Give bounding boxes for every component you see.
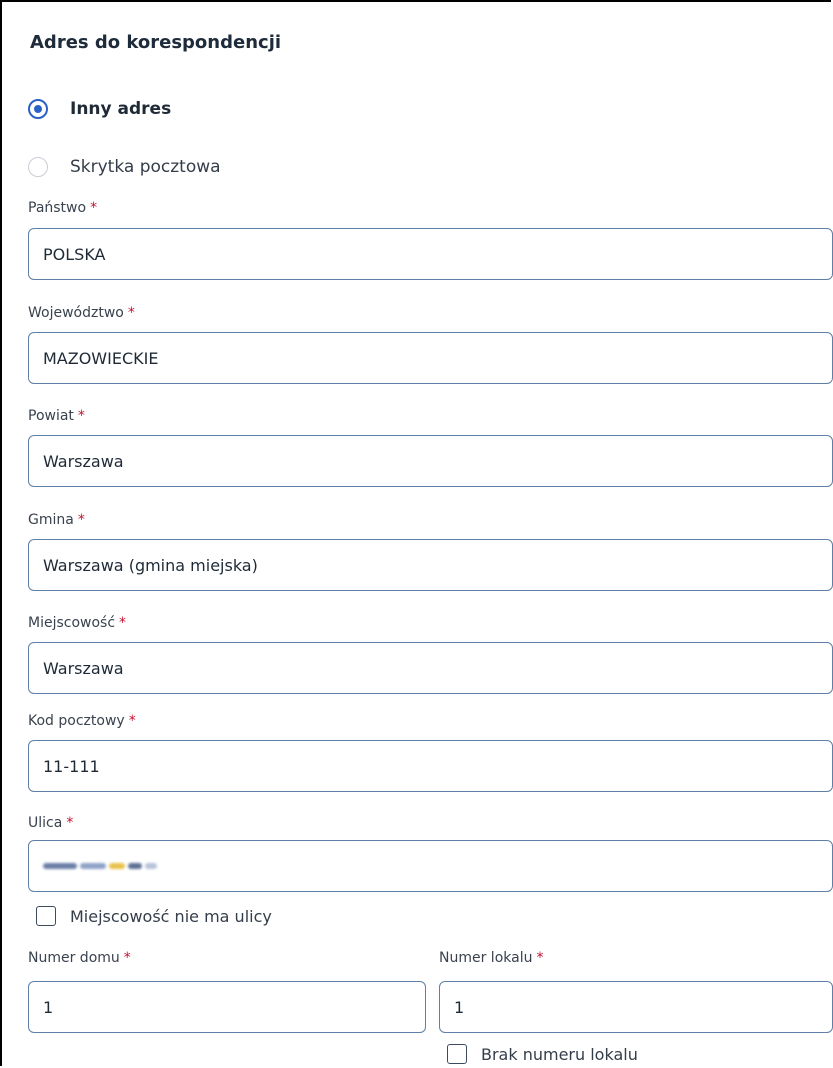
field-label-district: Powiat * xyxy=(28,408,85,424)
required-marker: * xyxy=(77,408,85,424)
apartment-number-label-text: Numer lokalu xyxy=(439,950,533,966)
field-label-postal-code: Kod pocztowy * xyxy=(28,713,136,729)
postal-code-field[interactable]: 11-111 xyxy=(28,740,833,792)
field-label-commune: Gmina * xyxy=(28,512,85,528)
required-marker: * xyxy=(128,713,136,729)
voivodeship-field[interactable]: MAZOWIECKIE xyxy=(28,332,833,384)
district-field[interactable]: Warszawa xyxy=(28,435,833,487)
no-apartment-label: Brak numeru lokalu xyxy=(481,1044,638,1064)
apartment-number-field[interactable]: 1 xyxy=(439,981,833,1033)
section-title: Adres do korespondencji xyxy=(30,32,282,53)
field-label-house-number: Numer domu * xyxy=(28,950,131,966)
house-number-label-text: Numer domu xyxy=(28,950,120,966)
street-value-redacted xyxy=(43,861,157,871)
required-marker: * xyxy=(66,815,74,831)
radio-option-inny-adres[interactable]: Inny adres xyxy=(28,99,171,119)
radio-label-skrytka-pocztowa: Skrytka pocztowa xyxy=(70,157,221,177)
locality-value: Warszawa xyxy=(43,658,124,678)
no-apartment-checkbox-row[interactable]: Brak numeru lokalu xyxy=(447,1044,638,1064)
field-label-voivodeship: Województwo * xyxy=(28,305,135,321)
district-value: Warszawa xyxy=(43,451,124,471)
street-label-text: Ulica xyxy=(28,815,63,831)
commune-field[interactable]: Warszawa (gmina miejska) xyxy=(28,539,833,591)
radio-selected-icon[interactable] xyxy=(28,99,48,119)
locality-label-text: Miejscowość xyxy=(28,615,116,631)
country-field[interactable]: POLSKA xyxy=(28,228,833,280)
form-panel: Adres do korespondencji Inny adres Skryt… xyxy=(0,0,833,1066)
radio-option-skrytka-pocztowa[interactable]: Skrytka pocztowa xyxy=(28,157,221,177)
required-marker: * xyxy=(119,615,127,631)
field-label-apartment-number: Numer lokalu * xyxy=(439,950,543,966)
postal-code-label-text: Kod pocztowy xyxy=(28,713,125,729)
required-marker: * xyxy=(123,950,131,966)
house-number-value: 1 xyxy=(43,997,54,1017)
commune-value: Warszawa (gmina miejska) xyxy=(43,555,258,575)
no-street-checkbox-row[interactable]: Miejscowość nie ma ulicy xyxy=(36,906,272,926)
voivodeship-label-text: Województwo xyxy=(28,305,124,321)
radio-label-inny-adres: Inny adres xyxy=(70,99,172,119)
field-label-country: Państwo * xyxy=(28,200,97,216)
radio-unselected-icon[interactable] xyxy=(28,157,48,177)
field-label-locality: Miejscowość * xyxy=(28,615,126,631)
locality-field[interactable]: Warszawa xyxy=(28,642,833,694)
apartment-number-value: 1 xyxy=(454,997,465,1017)
no-apartment-checkbox[interactable] xyxy=(447,1044,467,1064)
country-label-text: Państwo xyxy=(28,200,87,216)
street-field[interactable] xyxy=(28,840,833,892)
commune-label-text: Gmina xyxy=(28,512,74,528)
postal-code-value: 11-111 xyxy=(43,756,100,776)
required-marker: * xyxy=(536,950,544,966)
required-marker: * xyxy=(90,200,98,216)
required-marker: * xyxy=(127,305,135,321)
country-value: POLSKA xyxy=(43,244,106,264)
no-street-label: Miejscowość nie ma ulicy xyxy=(70,906,272,926)
voivodeship-value: MAZOWIECKIE xyxy=(43,348,159,368)
required-marker: * xyxy=(77,512,85,528)
house-number-field[interactable]: 1 xyxy=(28,981,426,1033)
no-street-checkbox[interactable] xyxy=(36,906,56,926)
district-label-text: Powiat xyxy=(28,408,74,424)
field-label-street: Ulica * xyxy=(28,815,73,831)
